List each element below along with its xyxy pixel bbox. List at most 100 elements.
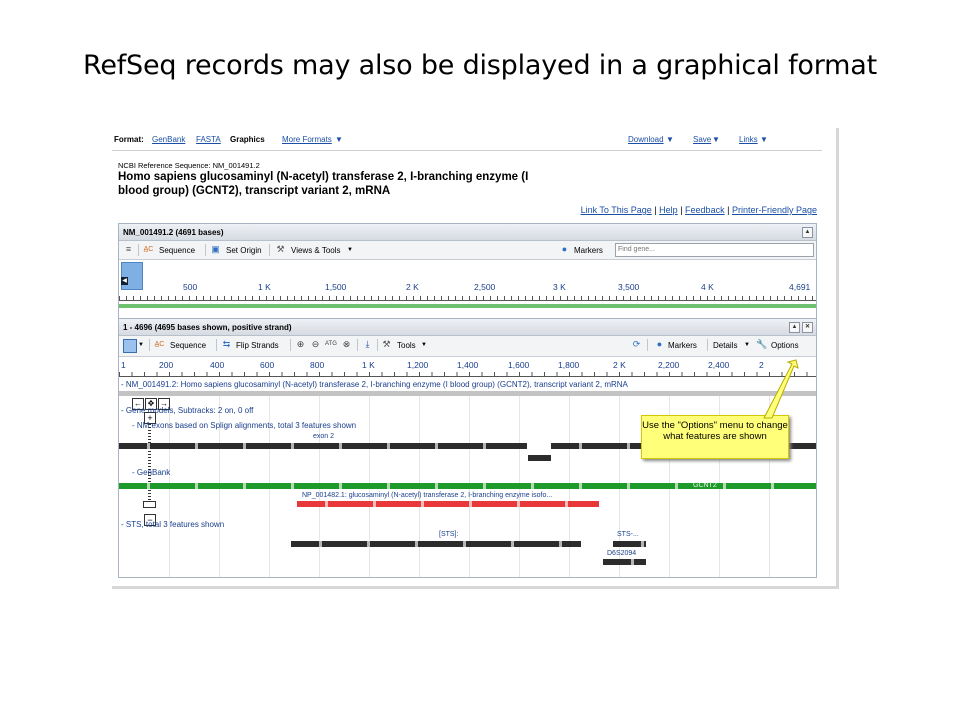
sts1-bar[interactable] — [291, 541, 581, 547]
ruler-label: 1 K — [258, 282, 271, 292]
download-menu[interactable]: Download — [628, 135, 664, 144]
markers-button[interactable]: Markers — [668, 341, 697, 350]
collapse-icon[interactable]: ▲ — [789, 322, 800, 333]
links-caret-icon[interactable]: ▼ — [760, 135, 768, 144]
ruler-label: 400 — [210, 360, 225, 370]
sequence-button[interactable]: Sequence — [170, 341, 206, 350]
sts-short-label: STS-... — [617, 531, 639, 538]
ruler-label: 4 K — [701, 282, 714, 292]
sts2-bar[interactable] — [613, 541, 646, 547]
ruler-label: 1,400 — [457, 360, 479, 370]
ruler-label: 1 K — [362, 360, 375, 370]
ruler-label: 800 — [310, 360, 325, 370]
views-tools-menu[interactable]: Views & Tools — [291, 246, 341, 255]
hammer-icon[interactable]: ⚒ — [381, 339, 392, 350]
ruler-label: 3,500 — [618, 282, 640, 292]
record-title-line2: blood group) (GCNT2), transcript variant… — [118, 185, 391, 197]
ruler-label: 3 K — [553, 282, 566, 292]
save-caret-icon[interactable]: ▼ — [712, 135, 720, 144]
details-caret-icon[interactable]: ▼ — [744, 342, 750, 348]
np-protein-bar[interactable] — [297, 501, 599, 507]
details-menu[interactable]: Details — [713, 341, 737, 350]
exons-track-label[interactable]: - NM exons based on Splign alignments, t… — [132, 421, 356, 430]
hammer-icon[interactable]: ⚒ — [275, 244, 286, 255]
refresh-icon[interactable]: ⟳ — [631, 339, 642, 350]
format-fasta-link[interactable]: FASTA — [196, 135, 221, 144]
save-menu[interactable]: Save — [693, 135, 711, 144]
d6s2094-bar[interactable] — [603, 559, 646, 565]
more-formats-caret-icon[interactable]: ▼ — [335, 135, 343, 144]
detail-panel-header: 1 - 4696 (4695 bases shown, positive str… — [119, 319, 816, 336]
marker-pin-icon[interactable]: ● — [559, 244, 570, 255]
overview-toolbar: ≡ A̲C Sequence ▣ Set Origin ⚒ Views & To… — [119, 241, 816, 260]
color-select-icon[interactable] — [123, 339, 137, 353]
options-button[interactable]: Options — [771, 341, 799, 350]
refseq-accession: NCBI Reference Sequence: NM_001491.2 — [118, 161, 260, 170]
record-title: Homo sapiens glucosaminyl (N-acetyl) tra… — [118, 170, 588, 198]
sequence-button[interactable]: Sequence — [159, 246, 195, 255]
views-tools-caret-icon[interactable]: ▼ — [347, 247, 353, 253]
gene-models-label[interactable]: - Gene models, Subtracks: 2 on, 0 off — [121, 406, 253, 415]
overview-panel: NM_001491.2 (4691 bases) ▲ ≡ A̲C Sequenc… — [118, 223, 817, 319]
ruler-label: 500 — [183, 282, 198, 292]
format-genbank-link[interactable]: GenBank — [152, 135, 185, 144]
ncbi-screenshot: Format: GenBank FASTA Graphics More Form… — [112, 128, 839, 589]
viewport-selector[interactable] — [121, 262, 143, 290]
close-icon[interactable]: ✕ — [802, 322, 813, 333]
feedback-link[interactable]: Feedback — [685, 205, 725, 215]
ruler-label: 1,800 — [558, 360, 580, 370]
download-caret-icon[interactable]: ▼ — [666, 135, 674, 144]
sts-track-label[interactable]: - STS, total 3 features shown — [121, 520, 224, 529]
find-gene-input[interactable]: Find gene... — [615, 243, 814, 257]
callout-arrow — [763, 359, 799, 419]
flip-strands-button[interactable]: Flip Strands — [236, 341, 279, 350]
menu-icon[interactable]: ≡ — [123, 244, 134, 255]
tools-menu[interactable]: Tools — [397, 341, 416, 350]
sts-feature-label: [STS]: — [439, 531, 459, 538]
wrench-icon[interactable]: 🔧 — [756, 339, 767, 350]
download-region-icon[interactable]: ⤓ — [362, 339, 373, 350]
markers-button[interactable]: Markers — [574, 246, 603, 255]
nm-track-label[interactable]: - NM_001491.2: Homo sapiens glucosaminyl… — [121, 380, 628, 389]
detail-toolbar: ▼ A̲C Sequence ⇆ Flip Strands ⊕ ⊖ ATG ⊗ … — [119, 336, 816, 357]
zoom-slider-track[interactable] — [148, 424, 151, 506]
ruler-label: 1,500 — [325, 282, 347, 292]
viewport-left-handle-icon[interactable]: ◀ — [121, 277, 128, 285]
format-bar: Format: GenBank FASTA Graphics More Form… — [112, 128, 822, 151]
marker-pin-icon[interactable]: ● — [654, 339, 665, 350]
zoom-in-icon[interactable]: ⊕ — [295, 339, 306, 350]
ruler-label: 2,500 — [474, 282, 496, 292]
sequence-icon[interactable]: A̲C — [143, 244, 154, 255]
set-origin-icon[interactable]: ▣ — [210, 244, 221, 255]
ruler-label: 1 — [121, 360, 126, 370]
d6s2094-label: D6S2094 — [607, 550, 637, 557]
detail-panel-title: 1 - 4696 (4695 bases shown, positive str… — [123, 323, 292, 332]
format-label: Format: — [114, 135, 144, 144]
exon2-bar[interactable] — [528, 455, 551, 461]
help-link[interactable]: Help — [659, 205, 678, 215]
zoom-fit-icon[interactable]: ⊗ — [341, 339, 352, 350]
page-links: Link To This Page | Help | Feedback | Pr… — [581, 205, 817, 215]
color-select-caret-icon[interactable]: ▼ — [138, 342, 144, 348]
tools-caret-icon[interactable]: ▼ — [421, 342, 427, 348]
links-menu[interactable]: Links — [739, 135, 758, 144]
record-title-line1: Homo sapiens glucosaminyl (N-acetyl) tra… — [118, 171, 529, 183]
genbank-track-label[interactable]: - GenBank — [132, 468, 170, 477]
zoom-out-icon[interactable]: ⊖ — [310, 339, 321, 350]
zoom-slider-thumb[interactable] — [143, 501, 156, 508]
sequence-icon[interactable]: A̲C — [154, 339, 165, 350]
link-to-this-page[interactable]: Link To This Page — [581, 205, 652, 215]
gcnt2-label: GCNT2 — [693, 482, 717, 489]
set-origin-button[interactable]: Set Origin — [226, 246, 262, 255]
more-formats-menu[interactable]: More Formats — [282, 135, 332, 144]
zoom-sequence-icon[interactable]: ATG — [325, 339, 337, 350]
printer-friendly-link[interactable]: Printer-Friendly Page — [732, 205, 817, 215]
slide-title: RefSeq records may also be displayed in … — [82, 50, 877, 81]
flip-strands-icon[interactable]: ⇆ — [221, 339, 232, 350]
link-separator: | — [654, 205, 657, 215]
ruler-label: 2,200 — [658, 360, 680, 370]
ruler-label: 2 K — [406, 282, 419, 292]
np-protein-label: NP_001482.1: glucosaminyl (N-acetyl) tra… — [302, 492, 553, 499]
exon1-bar[interactable] — [119, 443, 527, 449]
collapse-icon[interactable]: ▲ — [802, 227, 813, 238]
